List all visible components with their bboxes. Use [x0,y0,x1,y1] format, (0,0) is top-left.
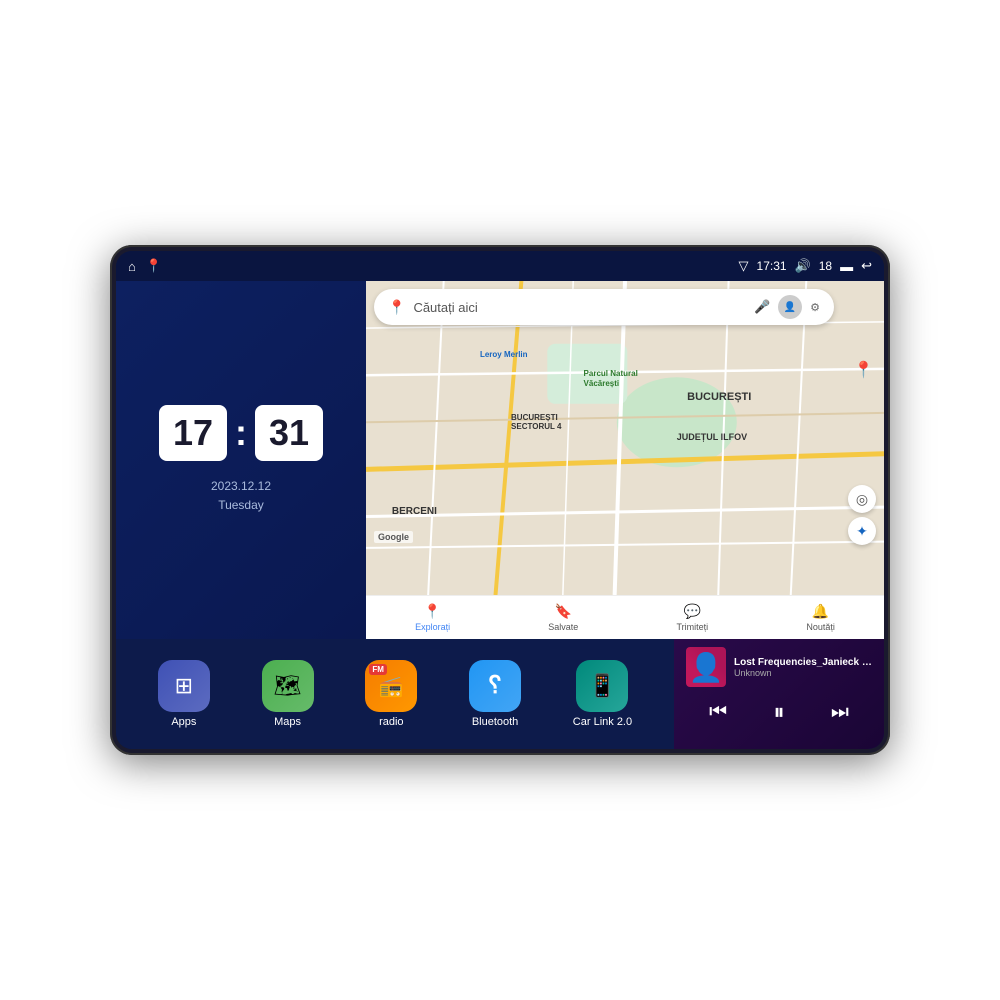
status-time: 17:31 [757,259,787,273]
apps-icon-box: ⊞ [158,660,210,712]
map-label-parcul: Parcul Natural Văcărești [584,369,654,388]
carlink-icon-box: 📱 [576,660,628,712]
clock-day: Tuesday [211,496,271,515]
music-player: 👤 Lost Frequencies_Janieck Devy-... Unkn… [674,639,884,749]
explorati-label: Explorați [415,622,450,632]
battery-icon: ▬ [840,259,853,274]
map-red-pin: 📍 [854,360,874,380]
bluetooth-label: Bluetooth [472,716,518,728]
home-icon[interactable]: ⌂ [128,259,136,274]
map-label-sectorul4: BUCUREȘTISECTORUL 4 [511,413,561,431]
map-label-bucuresti: BUCUREȘTI [687,391,751,403]
app-item-carlink[interactable]: 📱 Car Link 2.0 [573,660,632,728]
clock-panel: 17 : 31 2023.12.12 Tuesday [116,281,366,639]
volume-icon: 🔊 [795,258,811,274]
radio-icon-box: 📻 FM [365,660,417,712]
status-bar: ⌂ 📍 ▽ 17:31 🔊 18 ▬ ↩ [116,251,884,281]
map-body: TRAPEZULUI BUCUREȘTI JUDEȚUL ILFOV BERCE… [366,281,884,595]
clock-date: 2023.12.12 Tuesday [211,477,271,515]
music-title: Lost Frequencies_Janieck Devy-... [734,657,872,668]
maps-icon: 🗺 [274,673,302,699]
back-icon[interactable]: ↩ [861,258,872,274]
app-item-bluetooth[interactable]: ␦ Bluetooth [469,660,521,728]
map-nav-noutati[interactable]: 🔔 Noutăți [806,603,835,632]
music-thumbnail: 👤 [686,647,726,687]
status-left: ⌂ 📍 [128,258,162,274]
radio-label: radio [379,716,403,728]
map-label-leroy: Leroy Merlin [480,350,528,359]
main-area: 17 : 31 2023.12.12 Tuesday [116,281,884,749]
map-location-btn[interactable]: ◎ [848,485,876,513]
road-network [366,281,884,595]
radio-icon: 📻 [379,674,404,699]
map-user-avatar[interactable]: 👤 [778,295,802,319]
music-thumb-img: 👤 [686,647,726,687]
signal-icon: ▽ [739,258,749,274]
map-pin-icon: 📍 [388,299,405,316]
apps-icon: ⊞ [175,673,193,699]
app-item-maps[interactable]: 🗺 Maps [262,660,314,728]
map-google-brand: Google [374,531,413,543]
clock-hours-block: 17 [159,405,227,461]
app-item-radio[interactable]: 📻 FM radio [365,660,417,728]
carlink-icon: 📱 [589,673,616,699]
music-info: 👤 Lost Frequencies_Janieck Devy-... Unkn… [686,647,872,687]
map-nav-bar: 📍 Explorați 🔖 Salvate 💬 Trimiteți � [366,595,884,639]
map-mic-icon[interactable]: 🎤 [754,299,770,315]
bluetooth-icon: ␦ [485,672,504,700]
trimiteti-label: Trimiteți [677,622,709,632]
map-tiles: TRAPEZULUI BUCUREȘTI JUDEȚUL ILFOV BERCE… [366,281,884,595]
apps-section: ⊞ Apps 🗺 Maps 📻 FM [116,639,674,749]
app-item-apps[interactable]: ⊞ Apps [158,660,210,728]
carlink-label: Car Link 2.0 [573,716,632,728]
maps-label: Maps [274,716,301,728]
clock-date-value: 2023.12.12 [211,477,271,496]
map-nav-salvate[interactable]: 🔖 Salvate [548,603,578,632]
map-controls: ◎ ✦ [848,485,876,545]
music-artist: Unknown [734,668,872,678]
status-right: ▽ 17:31 🔊 18 ▬ ↩ [739,258,872,274]
map-nav-explorati[interactable]: 📍 Explorați [415,603,450,632]
clock-minutes-block: 31 [255,405,323,461]
map-label-ilfov: JUDEȚUL ILFOV [677,432,747,442]
music-text: Lost Frequencies_Janieck Devy-... Unknow… [734,657,872,678]
map-compass-btn[interactable]: ✦ [848,517,876,545]
music-next-button[interactable]: ⏭ [823,697,857,728]
volume-level: 18 [819,259,832,273]
explorati-icon: 📍 [424,603,441,620]
map-panel[interactable]: 📍 Căutați aici 🎤 👤 ⚙ [366,281,884,639]
music-prev-button[interactable]: ⏮ [701,697,735,728]
clock-display: 17 : 31 [159,405,323,461]
salvate-icon: 🔖 [555,603,572,620]
maps-icon-box: 🗺 [262,660,314,712]
bluetooth-icon-box: ␦ [469,660,521,712]
apps-label: Apps [171,716,196,728]
noutati-label: Noutăți [806,622,835,632]
map-search-bar[interactable]: 📍 Căutați aici 🎤 👤 ⚙ [374,289,834,325]
device-screen: ⌂ 📍 ▽ 17:31 🔊 18 ▬ ↩ 17 [116,251,884,749]
salvate-label: Salvate [548,622,578,632]
clock-minutes: 31 [269,412,309,453]
trimiteti-icon: 💬 [684,603,701,620]
map-nav-trimiteti[interactable]: 💬 Trimiteți [677,603,709,632]
radio-fm-badge: FM [369,664,387,675]
map-settings-icon[interactable]: ⚙ [810,301,820,314]
map-search-input[interactable]: Căutați aici [413,300,746,315]
clock-colon: : [235,412,247,454]
bottom-section: ⊞ Apps 🗺 Maps 📻 FM [116,639,884,749]
noutati-icon: 🔔 [812,603,829,620]
maps-status-icon[interactable]: 📍 [146,258,162,274]
music-controls: ⏮ ⏸ ⏭ [686,695,872,729]
clock-hours: 17 [173,412,213,453]
map-label-berceni: BERCENI [392,506,437,517]
top-section: 17 : 31 2023.12.12 Tuesday [116,281,884,639]
music-play-button[interactable]: ⏸ [765,695,792,729]
device-body: ⌂ 📍 ▽ 17:31 🔊 18 ▬ ↩ 17 [110,245,890,755]
